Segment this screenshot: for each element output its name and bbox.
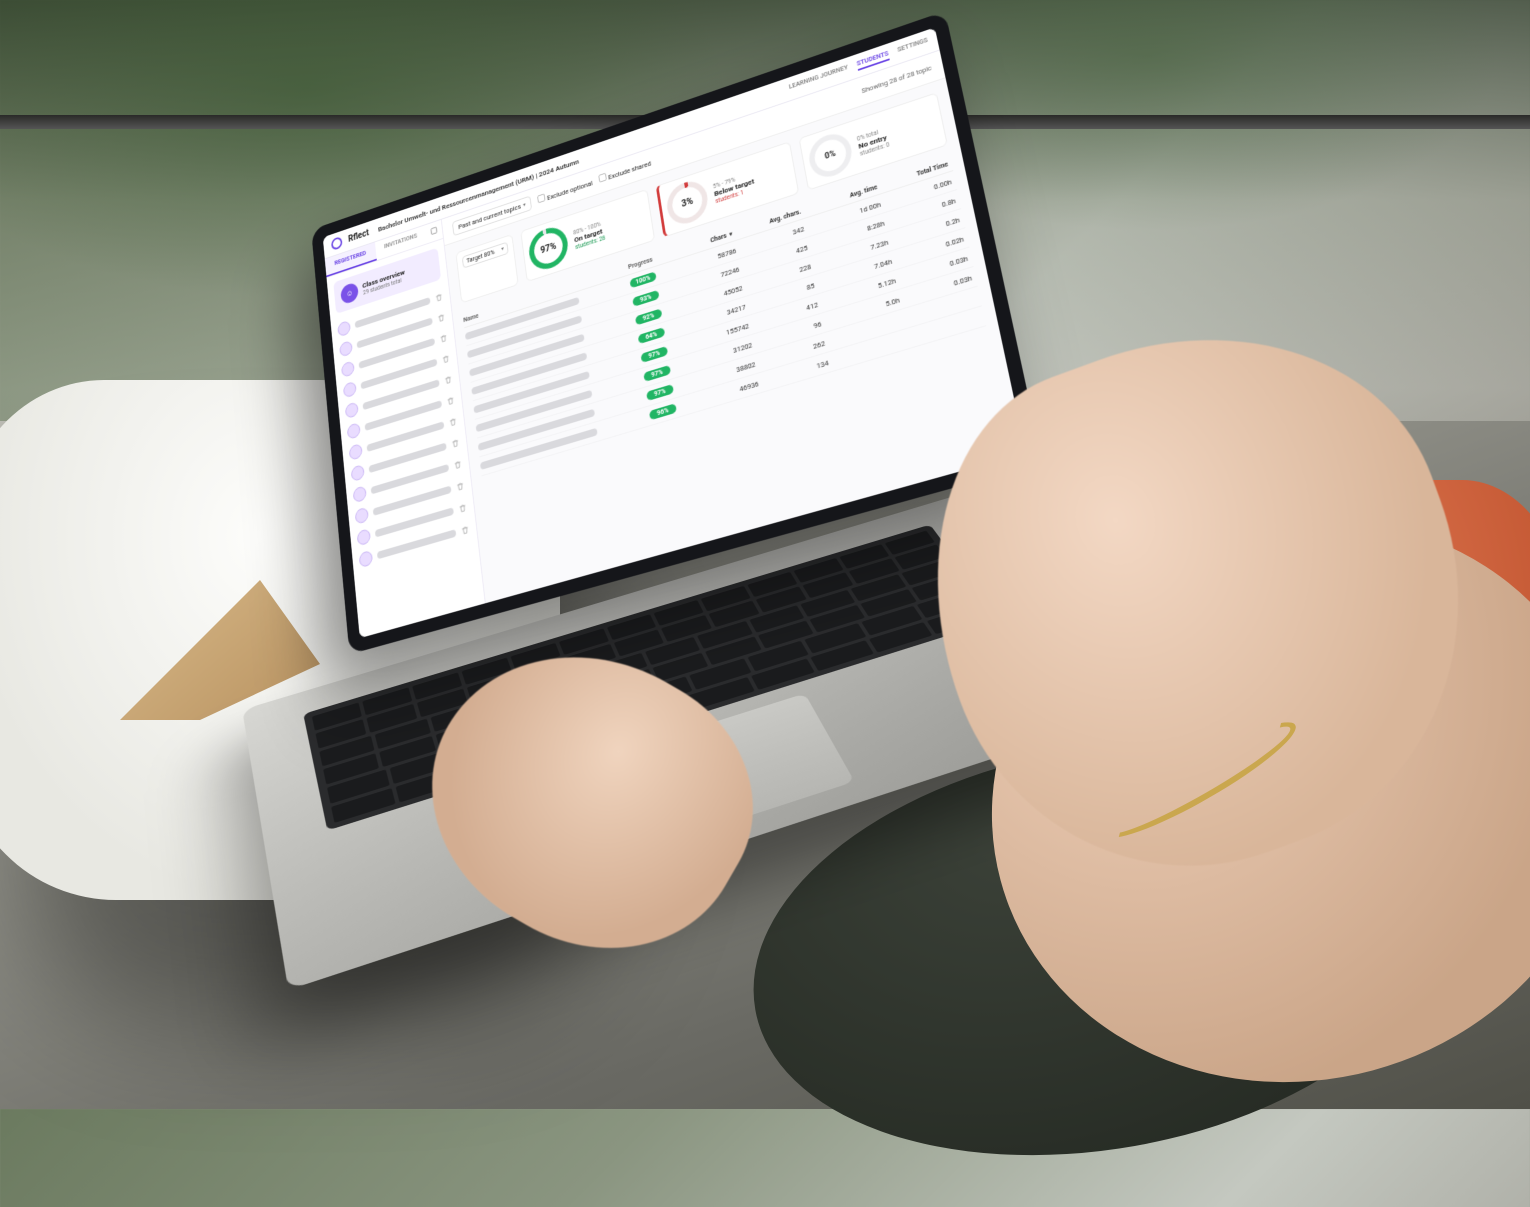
target-value: Target 80% xyxy=(466,249,495,265)
below-target-donut: 3% xyxy=(664,176,710,229)
avatar xyxy=(347,422,361,440)
avatar xyxy=(355,507,369,525)
avatar xyxy=(337,320,351,337)
no-entry-donut: 0% xyxy=(806,129,855,183)
trash-icon[interactable] xyxy=(460,524,469,536)
trash-icon[interactable] xyxy=(448,416,457,427)
checkbox-icon xyxy=(598,173,607,183)
progress-pill: 96% xyxy=(649,403,677,420)
nav-students[interactable]: STUDENTS xyxy=(856,50,890,71)
checkbox-icon xyxy=(537,193,545,203)
trash-icon[interactable] xyxy=(437,312,446,323)
avatar xyxy=(351,464,365,482)
avatar xyxy=(343,381,357,399)
sort-desc-icon: ▼ xyxy=(728,231,734,239)
progress-pill: 97% xyxy=(640,346,668,363)
progress-pill: 97% xyxy=(643,365,671,382)
trash-icon[interactable] xyxy=(451,438,460,449)
trash-icon[interactable] xyxy=(456,481,465,493)
sidebar-settings-icon[interactable] xyxy=(425,220,443,244)
progress-pill: 64% xyxy=(638,327,665,344)
avatar xyxy=(339,340,353,358)
on-target-donut: 97% xyxy=(527,223,570,275)
chevron-down-icon: ▾ xyxy=(523,202,526,209)
trash-icon[interactable] xyxy=(441,353,450,364)
avatar xyxy=(353,485,367,503)
nav-settings[interactable]: SETTINGS xyxy=(897,36,929,57)
trash-icon[interactable] xyxy=(446,395,455,406)
target-select[interactable]: Target 80% ▾ xyxy=(462,242,509,269)
avatar xyxy=(357,528,371,546)
brand-name: Rflect xyxy=(348,228,369,244)
avatar xyxy=(359,550,373,568)
avatar xyxy=(349,443,363,461)
chevron-down-icon: ▾ xyxy=(501,246,504,254)
brand-logo-icon xyxy=(331,236,343,251)
target-card: Target 80% ▾ xyxy=(456,234,519,303)
trash-icon[interactable] xyxy=(439,333,448,344)
avatar xyxy=(341,360,355,378)
avatar xyxy=(345,401,359,419)
trash-icon[interactable] xyxy=(458,502,467,514)
trash-icon[interactable] xyxy=(434,292,443,303)
progress-pill: 97% xyxy=(646,384,674,401)
trash-icon[interactable] xyxy=(453,459,462,470)
trash-icon[interactable] xyxy=(444,374,453,385)
people-icon: ☺ xyxy=(340,281,359,305)
